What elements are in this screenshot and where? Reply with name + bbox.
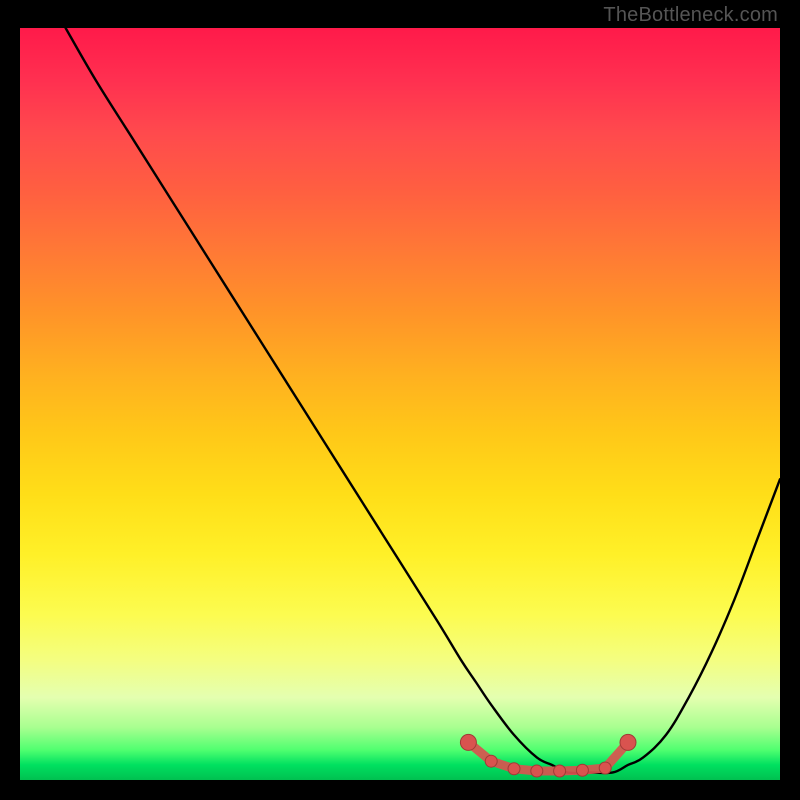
optimal-range-marker <box>620 734 636 750</box>
optimal-range-marker <box>576 764 588 776</box>
optimal-range-marker <box>508 763 520 775</box>
watermark-text: TheBottleneck.com <box>603 4 778 27</box>
optimal-range-marker <box>485 755 497 767</box>
chart-container: TheBottleneck.com <box>0 0 800 800</box>
optimal-range-marker <box>554 765 566 777</box>
optimal-range-marker <box>531 765 543 777</box>
plot-area <box>20 28 780 780</box>
optimal-range-marker <box>460 734 476 750</box>
bottleneck-curve <box>66 28 780 773</box>
optimal-range-marker <box>599 762 611 774</box>
optimal-range-markers <box>460 734 636 777</box>
chart-svg <box>20 28 780 780</box>
